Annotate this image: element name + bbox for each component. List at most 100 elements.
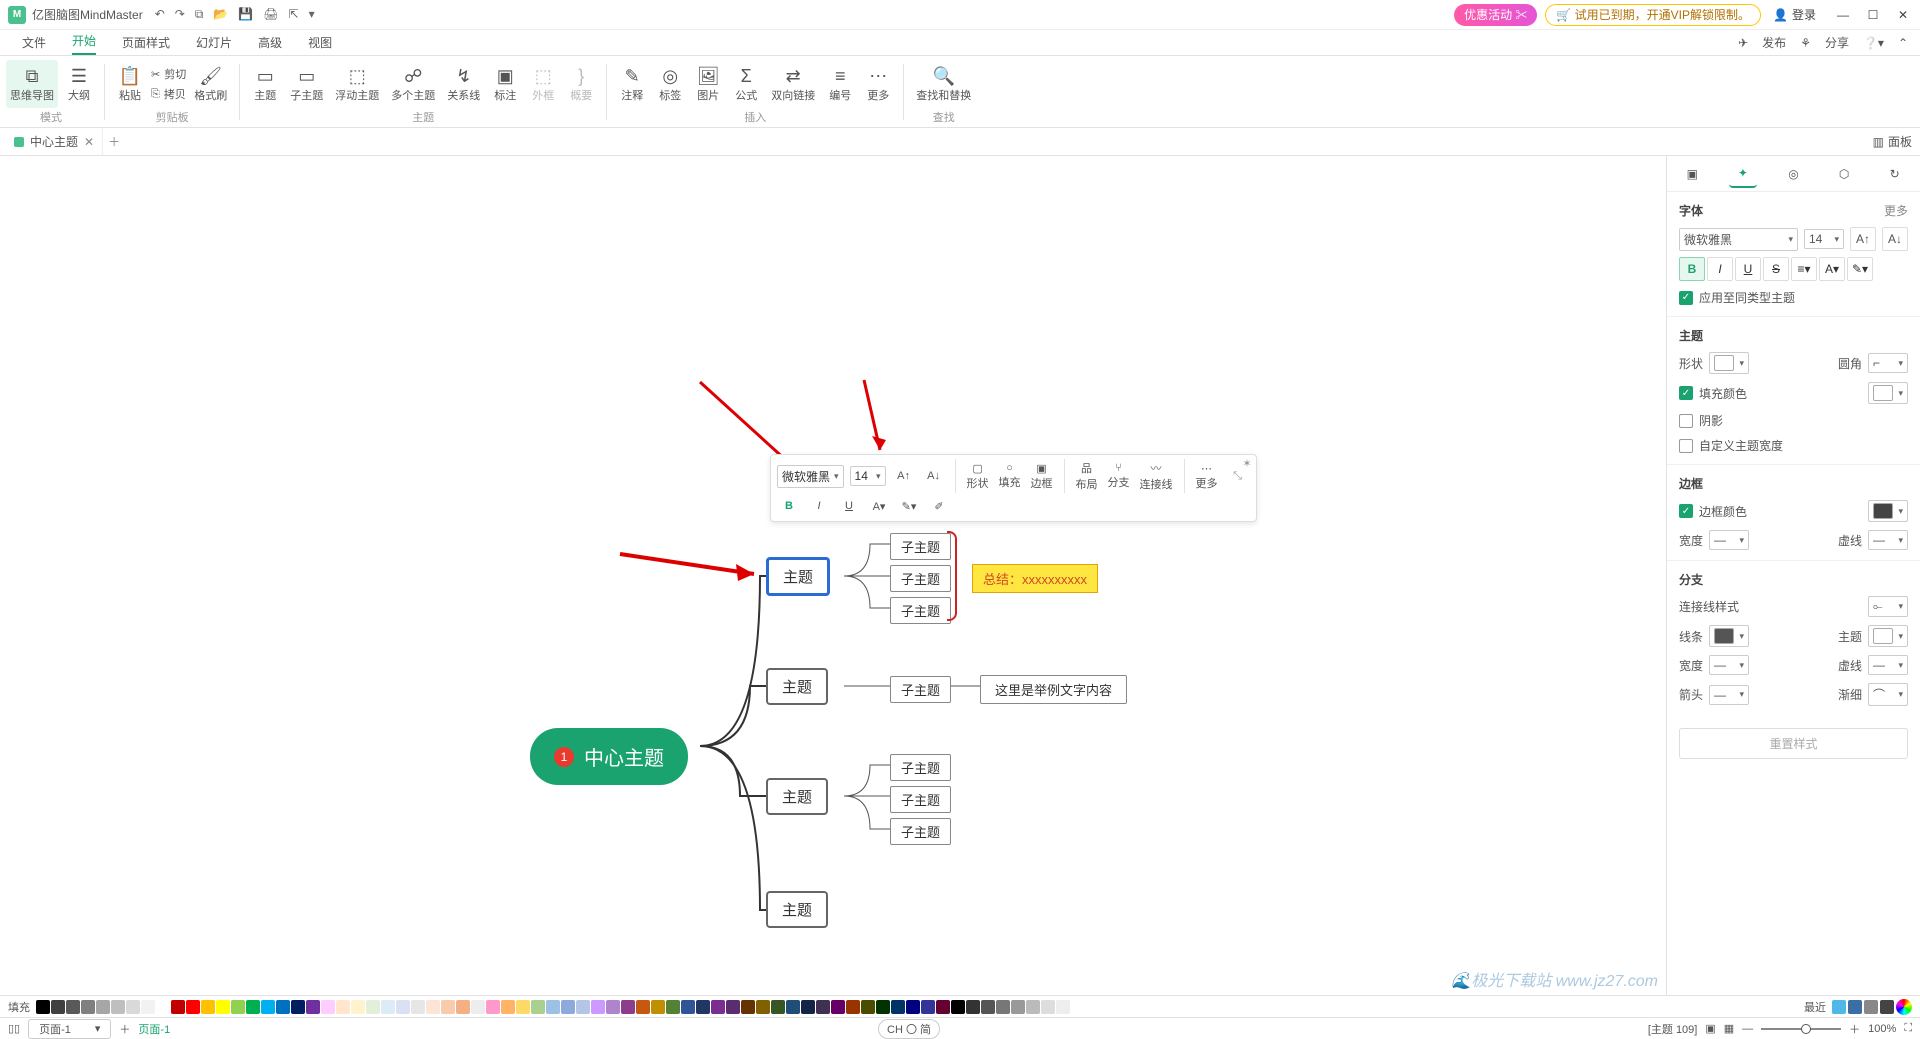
topic-button[interactable]: ▭主题 bbox=[248, 60, 282, 108]
close-button[interactable]: ✕ bbox=[1894, 8, 1912, 22]
color-swatch[interactable] bbox=[816, 1000, 830, 1014]
share-label[interactable]: 分享 bbox=[1825, 34, 1849, 51]
share-icon[interactable]: ⚘ bbox=[1800, 36, 1811, 50]
color-swatch[interactable] bbox=[141, 1000, 155, 1014]
color-swatch[interactable] bbox=[681, 1000, 695, 1014]
print-icon[interactable]: 🖨 bbox=[263, 7, 278, 22]
color-swatch[interactable] bbox=[726, 1000, 740, 1014]
arrow-select[interactable]: —▾ bbox=[1709, 685, 1749, 705]
zoom-out-button[interactable]: — bbox=[1742, 1023, 1753, 1035]
login-button[interactable]: 👤 登录 bbox=[1773, 6, 1816, 23]
shadow-checkbox[interactable] bbox=[1679, 414, 1693, 428]
float-layout-button[interactable]: 品布局 bbox=[1074, 465, 1100, 487]
color-swatch[interactable] bbox=[921, 1000, 935, 1014]
color-swatch[interactable] bbox=[501, 1000, 515, 1014]
color-swatch[interactable] bbox=[606, 1000, 620, 1014]
color-swatch[interactable] bbox=[231, 1000, 245, 1014]
recent-color-swatch[interactable] bbox=[1832, 1000, 1846, 1014]
summary-note[interactable]: 总结：xxxxxxxxxx bbox=[972, 564, 1098, 593]
tab-history[interactable]: ↻ bbox=[1881, 160, 1909, 188]
tab-clipart[interactable]: ⬡ bbox=[1830, 160, 1858, 188]
side-strike-button[interactable]: S bbox=[1763, 257, 1789, 281]
color-swatch[interactable] bbox=[81, 1000, 95, 1014]
multi-topic-button[interactable]: ☍多个主题 bbox=[387, 60, 439, 108]
publish-icon[interactable]: ✈ bbox=[1738, 36, 1748, 50]
summary-button[interactable]: }概要 bbox=[564, 60, 598, 108]
subtopic-node[interactable]: 子主题 bbox=[890, 565, 951, 592]
color-swatch[interactable] bbox=[666, 1000, 680, 1014]
color-swatch[interactable] bbox=[801, 1000, 815, 1014]
fit-view-icon[interactable]: ⛶ bbox=[1904, 1022, 1912, 1035]
cut-button[interactable]: ✂剪切 bbox=[151, 66, 186, 82]
underline-button[interactable]: U bbox=[837, 495, 861, 517]
tab-icon[interactable]: ◎ bbox=[1779, 160, 1807, 188]
line-color-select[interactable]: ▾ bbox=[1709, 625, 1749, 647]
italic-button[interactable]: I bbox=[807, 495, 831, 517]
page-tabs-icon[interactable]: ▯▯ bbox=[8, 1022, 20, 1035]
subtopic-node[interactable]: 子主题 bbox=[890, 597, 951, 624]
color-swatch[interactable] bbox=[51, 1000, 65, 1014]
collapse-ribbon-icon[interactable]: ⌃ bbox=[1898, 36, 1908, 50]
side-italic-button[interactable]: I bbox=[1707, 257, 1733, 281]
color-swatch[interactable] bbox=[756, 1000, 770, 1014]
help-icon[interactable]: ❔▾ bbox=[1863, 36, 1884, 50]
subtopic-button[interactable]: ▭子主题 bbox=[286, 60, 327, 108]
color-swatch[interactable] bbox=[516, 1000, 530, 1014]
save-icon[interactable]: 💾 bbox=[238, 7, 253, 22]
side-underline-button[interactable]: U bbox=[1735, 257, 1761, 281]
add-page-button[interactable]: ＋ bbox=[119, 1021, 130, 1037]
topic-node-3[interactable]: 主题 bbox=[766, 778, 828, 815]
color-swatch[interactable] bbox=[261, 1000, 275, 1014]
float-font-select[interactable]: 微软雅黑▾ bbox=[777, 465, 844, 488]
color-swatch[interactable] bbox=[351, 1000, 365, 1014]
example-text-node[interactable]: 这里是举例文字内容 bbox=[980, 675, 1127, 704]
topic-node-2[interactable]: 主题 bbox=[766, 668, 828, 705]
promo-badge-1[interactable]: 优惠活动 ✂ bbox=[1454, 4, 1537, 26]
promo-badge-2[interactable]: 🛒 试用已到期，开通VIP解锁限制。 bbox=[1545, 4, 1761, 26]
panel-toggle-button[interactable]: ▥ 面板 bbox=[1873, 133, 1920, 150]
recent-color-swatch[interactable] bbox=[1880, 1000, 1894, 1014]
color-swatch[interactable] bbox=[831, 1000, 845, 1014]
number-button[interactable]: ≡编号 bbox=[823, 60, 857, 108]
find-button[interactable]: 🔍查找和替换 bbox=[912, 60, 975, 108]
color-swatch[interactable] bbox=[126, 1000, 140, 1014]
color-swatch[interactable] bbox=[291, 1000, 305, 1014]
float-fill-button[interactable]: ○填充 bbox=[997, 465, 1023, 487]
color-swatch[interactable] bbox=[36, 1000, 50, 1014]
side-align-button[interactable]: ≡▾ bbox=[1791, 257, 1817, 281]
hyperlink-button[interactable]: ⇄双向链接 bbox=[767, 60, 819, 108]
color-swatch[interactable] bbox=[531, 1000, 545, 1014]
color-swatch[interactable] bbox=[411, 1000, 425, 1014]
color-swatch[interactable] bbox=[156, 1000, 170, 1014]
canvas[interactable]: 1 中心主题 主题 主题 主题 主题 子主题 子主题 子主题 子主题 子主题 子… bbox=[0, 156, 1666, 995]
color-swatch[interactable] bbox=[201, 1000, 215, 1014]
branch-topic-select[interactable]: ▾ bbox=[1868, 625, 1908, 647]
color-swatch[interactable] bbox=[306, 1000, 320, 1014]
color-swatch[interactable] bbox=[1041, 1000, 1055, 1014]
color-swatch[interactable] bbox=[591, 1000, 605, 1014]
topic-node-4[interactable]: 主题 bbox=[766, 891, 828, 928]
open-icon[interactable]: 📂 bbox=[213, 7, 228, 22]
branch-width-select[interactable]: —▾ bbox=[1709, 655, 1749, 675]
page-link[interactable]: 页面-1 bbox=[138, 1021, 170, 1037]
color-swatch[interactable] bbox=[441, 1000, 455, 1014]
color-swatch[interactable] bbox=[771, 1000, 785, 1014]
color-swatch[interactable] bbox=[951, 1000, 965, 1014]
taper-select[interactable]: ⌒▾ bbox=[1868, 683, 1908, 706]
subtopic-node[interactable]: 子主题 bbox=[890, 818, 951, 845]
float-connector-button[interactable]: 〰连接线 bbox=[1138, 465, 1175, 487]
recent-color-swatch[interactable] bbox=[1848, 1000, 1862, 1014]
color-swatch[interactable] bbox=[396, 1000, 410, 1014]
format-painter-button[interactable]: 🖌格式刷 bbox=[190, 60, 231, 108]
side-font-select[interactable]: 微软雅黑▾ bbox=[1679, 228, 1798, 251]
document-tab[interactable]: 中心主题 ✕ bbox=[6, 128, 103, 155]
float-border-button[interactable]: ▣边框 bbox=[1029, 465, 1055, 487]
tab-close-icon[interactable]: ✕ bbox=[84, 135, 94, 149]
color-picker-button[interactable] bbox=[1896, 999, 1912, 1015]
menu-file[interactable]: 文件 bbox=[22, 34, 46, 55]
color-swatch[interactable] bbox=[186, 1000, 200, 1014]
color-swatch[interactable] bbox=[711, 1000, 725, 1014]
side-highlight-button[interactable]: ✎▾ bbox=[1847, 257, 1873, 281]
float-size-select[interactable]: 14▾ bbox=[850, 466, 886, 486]
color-swatch[interactable] bbox=[456, 1000, 470, 1014]
